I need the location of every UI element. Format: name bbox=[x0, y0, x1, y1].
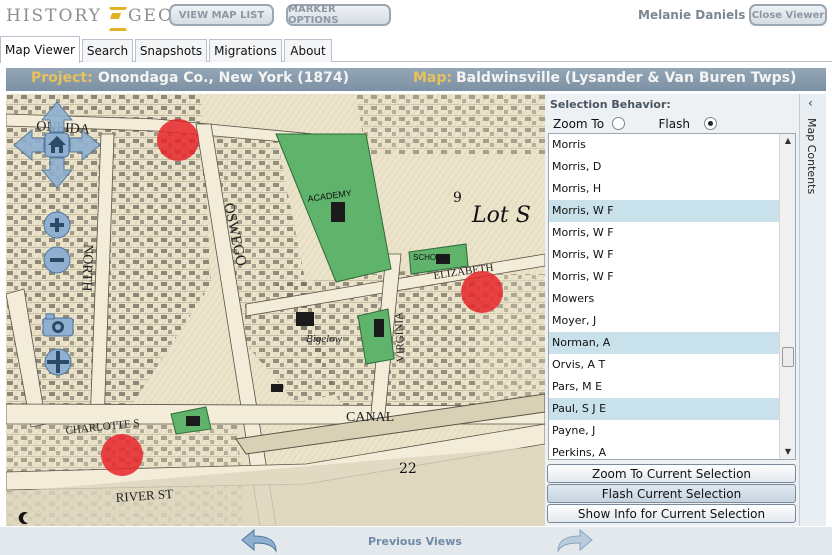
scroll-up-arrow-icon[interactable]: ▲ bbox=[780, 134, 795, 148]
list-item[interactable]: Morris, W F bbox=[549, 244, 779, 266]
tab-migrations[interactable]: Migrations bbox=[209, 39, 282, 62]
tab-bar: Map Viewer Search Snapshots Migrations A… bbox=[0, 36, 832, 63]
user-name: Melanie Daniels bbox=[638, 8, 746, 22]
list-item-selected[interactable]: Paul, S J E bbox=[549, 398, 779, 420]
zoom-out-button[interactable] bbox=[42, 245, 72, 275]
zoom-to-current-selection-button[interactable]: Zoom To Current Selection bbox=[547, 464, 796, 483]
zoom-in-button[interactable] bbox=[42, 210, 72, 240]
snapshot-camera-icon[interactable] bbox=[41, 312, 75, 338]
tab-about[interactable]: About bbox=[284, 39, 332, 62]
pan-left-arrow-icon bbox=[13, 128, 45, 162]
map-marker[interactable] bbox=[461, 271, 503, 313]
list-item[interactable]: Morris, W F bbox=[549, 266, 779, 288]
marker-tool-icon[interactable] bbox=[43, 347, 73, 377]
pan-down-arrow-icon bbox=[40, 157, 74, 189]
zoom-to-label: Zoom To bbox=[553, 117, 605, 131]
list-item[interactable]: Morris, W F bbox=[549, 222, 779, 244]
list-item[interactable]: Morris bbox=[549, 134, 779, 156]
pan-control[interactable] bbox=[12, 100, 102, 190]
flash-current-selection-button[interactable]: Flash Current Selection bbox=[547, 484, 796, 503]
list-item[interactable]: Moyer, J bbox=[549, 310, 779, 332]
map-contents-tab[interactable]: ‹ Map Contents bbox=[799, 94, 826, 526]
marker-options-button[interactable]: MARKER OPTIONS bbox=[286, 4, 391, 26]
header: HISTORY GEO VIEW MAP LIST MARKER OPTIONS… bbox=[0, 0, 832, 36]
map-marker[interactable] bbox=[157, 119, 199, 161]
footer: Previous Views bbox=[0, 527, 832, 555]
list-item[interactable]: Morris, D bbox=[549, 156, 779, 178]
list-item[interactable]: Pars, M E bbox=[549, 376, 779, 398]
hourglass-logo-icon bbox=[105, 5, 128, 31]
project-bar: Project: Onondaga Co., New York (1874) M… bbox=[6, 68, 826, 91]
logo-text-geo: GEO bbox=[127, 6, 174, 26]
project-label: Project: bbox=[31, 70, 93, 86]
scroll-thumb[interactable] bbox=[782, 347, 794, 367]
map-label-lot: Lot S bbox=[471, 203, 531, 228]
map-label-lot-number: 9 bbox=[453, 190, 462, 206]
back-arrow-icon[interactable] bbox=[240, 529, 278, 554]
crescent-icon bbox=[18, 512, 28, 524]
list-item-selected[interactable]: Norman, A bbox=[549, 332, 779, 354]
close-viewer-button[interactable]: Close Viewer bbox=[749, 4, 827, 26]
map-label-canal: CANAL bbox=[346, 410, 394, 425]
list-item[interactable]: Mowers bbox=[549, 288, 779, 310]
map-canvas[interactable]: ONEIDA OSWEGO ACADEMY SCHOOL Lot S 9 NOR… bbox=[6, 94, 545, 526]
list-item[interactable]: Payne, J bbox=[549, 420, 779, 442]
map-label-block22: 22 bbox=[399, 461, 417, 477]
selection-mode-row: Zoom To Flash bbox=[553, 117, 717, 131]
tab-snapshots[interactable]: Snapshots bbox=[135, 39, 207, 62]
map-label-north: NORTH bbox=[78, 244, 95, 292]
list-item-selected[interactable]: Morris, W F bbox=[549, 200, 779, 222]
list-item[interactable]: Perkins, A bbox=[549, 442, 779, 459]
selection-behavior-title: Selection Behavior: bbox=[550, 98, 671, 111]
map-name: Baldwinsville (Lysander & Van Buren Twps… bbox=[456, 70, 797, 86]
list-item[interactable]: Orvis, A T bbox=[549, 354, 779, 376]
list-item[interactable]: Morris, H bbox=[549, 178, 779, 200]
show-info-current-selection-button[interactable]: Show Info for Current Selection bbox=[547, 504, 796, 523]
selection-panel: Selection Behavior: Zoom To Flash Morris… bbox=[545, 94, 799, 526]
map-label-bigelow: Bigelow bbox=[306, 333, 343, 345]
tab-map-viewer[interactable]: Map Viewer bbox=[0, 36, 80, 63]
marker-name-list[interactable]: Morris Morris, D Morris, H Morris, W F M… bbox=[548, 133, 796, 460]
list-scrollbar[interactable]: ▲ ▼ bbox=[779, 134, 795, 459]
map-contents-label: Map Contents bbox=[805, 118, 818, 195]
tab-search[interactable]: Search bbox=[82, 39, 133, 62]
pan-right-arrow-icon bbox=[69, 128, 101, 162]
project-name: Onondaga Co., New York (1874) bbox=[98, 70, 350, 86]
forward-arrow-icon[interactable] bbox=[556, 529, 594, 554]
zoom-to-radio[interactable] bbox=[611, 117, 625, 130]
chevron-left-icon[interactable]: ‹ bbox=[808, 96, 813, 110]
map-marker[interactable] bbox=[101, 434, 143, 476]
pan-up-arrow-icon bbox=[40, 101, 74, 133]
flash-label: Flash bbox=[658, 117, 690, 131]
map-label-school: SCHOOL bbox=[413, 253, 447, 262]
home-icon bbox=[44, 132, 70, 158]
flash-radio[interactable] bbox=[703, 117, 717, 130]
map-label: Map: bbox=[413, 70, 452, 86]
map-label-virginia: VIRGINIA bbox=[393, 312, 407, 363]
previous-views-label: Previous Views bbox=[368, 535, 462, 548]
view-map-list-button[interactable]: VIEW MAP LIST bbox=[169, 4, 274, 26]
scroll-down-arrow-icon[interactable]: ▼ bbox=[780, 445, 795, 459]
logo-text-history: HISTORY bbox=[6, 6, 102, 26]
historygeo-logo[interactable]: HISTORY GEO bbox=[6, 5, 174, 31]
